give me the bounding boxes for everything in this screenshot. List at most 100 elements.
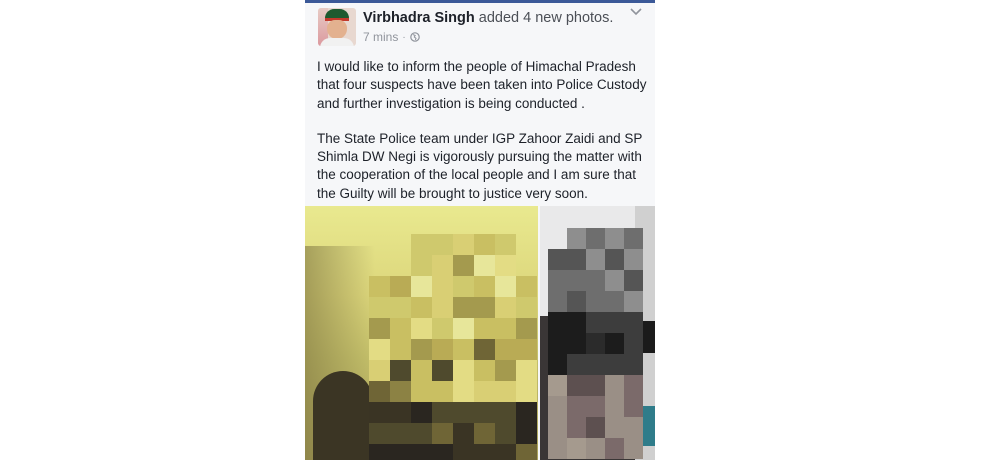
censor-pixel [516,276,537,297]
censor-pixel [605,417,624,438]
censor-pixel [605,249,624,270]
post-timestamp[interactable]: 7 mins [363,30,398,44]
censor-pixel [624,438,643,459]
censor-pixel [432,276,453,297]
censor-pixel [474,339,495,360]
censor-pixel [495,255,516,276]
censor-pixel [369,339,390,360]
censor-pixel [474,360,495,381]
censor-pixel [453,402,474,423]
censor-pixel [411,423,432,444]
censor-pixel [516,360,537,381]
post-paragraph: I would like to inform the people of Him… [317,59,647,111]
censor-pixel [516,423,537,444]
censor-pixel [432,318,453,339]
author-name[interactable]: Virbhadra Singh [363,10,475,26]
censor-pixel [495,381,516,402]
censor-pixel [453,444,474,460]
censor-pixel [567,396,586,417]
censor-pixel [453,234,474,255]
censor-pixel [624,228,643,249]
censor-pixel [516,402,537,423]
censor-pixel [586,438,605,459]
censor-pixel [474,297,495,318]
censor-pixel [390,360,411,381]
censor-pixel [411,276,432,297]
post-photo-main[interactable] [305,206,538,460]
censor-pixel [495,339,516,360]
censor-pixel [411,255,432,276]
censor-pixel [516,297,537,318]
censor-pixel [453,297,474,318]
censor-pixel [474,318,495,339]
censor-pixel [390,444,411,460]
censor-pixel [605,291,624,312]
censor-pixel [548,249,567,270]
censor-pixel [411,402,432,423]
censor-pixel [390,381,411,402]
censor-pixel [390,402,411,423]
censor-pixel [495,297,516,318]
censor-pixel [474,402,495,423]
censor-pixel [474,423,495,444]
post-photo-side[interactable] [540,206,655,460]
post-meta: 7 mins · [363,30,420,44]
censor-pixel [411,444,432,460]
censor-pixel [369,318,390,339]
censor-pixel [453,318,474,339]
censor-pixel [390,276,411,297]
censor-pixel [495,444,516,460]
meta-separator: · [402,31,406,43]
censor-pixel [495,234,516,255]
censor-pixel [548,396,567,417]
censor-pixel [586,354,605,375]
censor-pixel [516,444,537,460]
censor-pixel [474,276,495,297]
censor-pixel [586,291,605,312]
censor-pixel [624,417,643,438]
post-paragraph: The State Police team under IGP Zahoor Z… [317,130,643,201]
author-avatar[interactable] [318,8,356,46]
censor-pixel [516,318,537,339]
censor-pixel [605,396,624,417]
censor-pixel [369,444,390,460]
censor-pixel [624,291,643,312]
censor-pixel [390,318,411,339]
censor-pixel [548,333,567,354]
censor-pixel [411,339,432,360]
censor-pixel [605,312,624,333]
censor-pixel [567,312,586,333]
censor-pixel [516,339,537,360]
censor-pixel [369,360,390,381]
censor-pixel [453,360,474,381]
censor-pixel [390,339,411,360]
censor-pixel [495,402,516,423]
censor-pixel [369,402,390,423]
censor-pixel [567,333,586,354]
post-action: added 4 new photos. [478,10,614,26]
censor-pixel [411,360,432,381]
censor-pixel [605,375,624,396]
censor-pixel [624,312,643,333]
censor-pixel [411,234,432,255]
post-header: Virbhadra Singh added 4 new photos. [363,10,613,26]
censor-pixel [411,381,432,402]
facebook-post: Virbhadra Singh added 4 new photos. 7 mi… [305,0,655,460]
censor-pixel [548,312,567,333]
censor-pixel [624,354,643,375]
post-body: I would like to inform the people of Him… [317,58,653,220]
censor-pixel [605,270,624,291]
censor-pixel [432,360,453,381]
censor-pixel [586,375,605,396]
censor-pixel [567,438,586,459]
censor-pixel [624,375,643,396]
censor-pixel [369,381,390,402]
globe-icon[interactable] [409,32,420,42]
censor-pixel [432,381,453,402]
chevron-down-icon[interactable] [629,6,643,18]
censor-pixel [474,255,495,276]
censor-pixel [474,234,495,255]
censor-pixel [586,396,605,417]
censor-pixel [432,339,453,360]
censor-pixel [567,375,586,396]
